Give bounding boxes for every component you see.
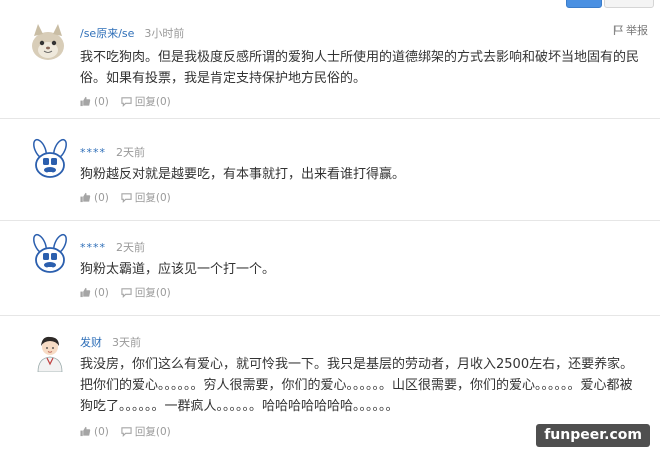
reply-icon: [121, 288, 132, 298]
watermark: funpeer.com: [536, 424, 650, 447]
comment-meta: **** 2天前: [80, 144, 145, 160]
comment-actions: (0) 回复(0): [80, 190, 171, 205]
person-avatar-icon: [28, 328, 72, 373]
comment-text: 我不吃狗肉。但是我极度反感所谓的爱狗人士所使用的道德绑架的方式去影响和破坏当地固…: [80, 50, 640, 86]
reply-icon: [121, 97, 132, 107]
top-primary-button[interactable]: [566, 0, 602, 8]
like-count: (0): [94, 425, 109, 438]
like-button[interactable]: (0): [80, 426, 109, 438]
avatar[interactable]: [28, 138, 72, 182]
thumbs-up-icon: [80, 192, 91, 203]
reply-count: 回复(0): [134, 287, 171, 299]
comment-text: 我没房，你们这么有爱心，就可怜我一下。我只是基层的劳动者，月收入2500左右，还…: [80, 357, 634, 414]
comment-meta: /se原来/se 3小时前: [80, 25, 184, 41]
timestamp: 3天前: [112, 336, 141, 349]
reply-button[interactable]: 回复(0): [121, 190, 171, 205]
comment-meta: **** 2天前: [80, 239, 145, 255]
username[interactable]: ****: [80, 146, 106, 159]
reply-icon: [121, 427, 132, 437]
like-button[interactable]: (0): [80, 96, 109, 108]
comment-actions: (0) 回复(0): [80, 424, 171, 439]
avatar[interactable]: [28, 20, 72, 64]
thumbs-up-icon: [80, 96, 91, 107]
reply-icon: [121, 193, 132, 203]
username[interactable]: /se原来/se: [80, 25, 134, 41]
comment-actions: (0) 回复(0): [80, 285, 171, 300]
reply-count: 回复(0): [134, 96, 171, 108]
cat-avatar-icon: [28, 20, 72, 64]
reply-button[interactable]: 回复(0): [121, 94, 171, 109]
reply-button[interactable]: 回复(0): [121, 424, 171, 439]
like-button[interactable]: (0): [80, 287, 109, 299]
top-secondary-button[interactable]: [604, 0, 654, 8]
avatar[interactable]: [28, 233, 72, 277]
username[interactable]: 发财: [80, 334, 102, 350]
reply-count: 回复(0): [134, 192, 171, 204]
thumbs-up-icon: [80, 426, 91, 437]
like-count: (0): [94, 286, 109, 299]
timestamp: 3小时前: [144, 27, 185, 40]
reply-button[interactable]: 回复(0): [121, 285, 171, 300]
comment-text: 狗粉越反对就是越要吃，有本事就打，出来看谁打得赢。: [80, 167, 406, 182]
comment-item: **** 2天前 狗粉越反对就是越要吃，有本事就打，出来看谁打得赢。 (0) 回…: [0, 126, 660, 221]
username[interactable]: ****: [80, 241, 106, 254]
rabbit-avatar-icon: [28, 233, 72, 277]
comment-item: /se原来/se 3小时前 我不吃狗肉。但是我极度反感所谓的爱狗人士所使用的道德…: [0, 12, 660, 119]
comment-meta: 发财 3天前: [80, 334, 141, 350]
comment-item: **** 2天前 狗粉太霸道，应该见一个打一个。 (0) 回复(0): [0, 221, 660, 316]
timestamp: 2天前: [116, 146, 145, 159]
like-button[interactable]: (0): [80, 192, 109, 204]
like-count: (0): [94, 95, 109, 108]
rabbit-avatar-icon: [28, 138, 72, 182]
timestamp: 2天前: [116, 241, 145, 254]
like-count: (0): [94, 191, 109, 204]
comment-actions: (0) 回复(0): [80, 94, 171, 109]
avatar[interactable]: [28, 328, 72, 373]
comment-text: 狗粉太霸道，应该见一个打一个。: [80, 262, 276, 277]
reply-count: 回复(0): [134, 426, 171, 438]
thumbs-up-icon: [80, 287, 91, 298]
